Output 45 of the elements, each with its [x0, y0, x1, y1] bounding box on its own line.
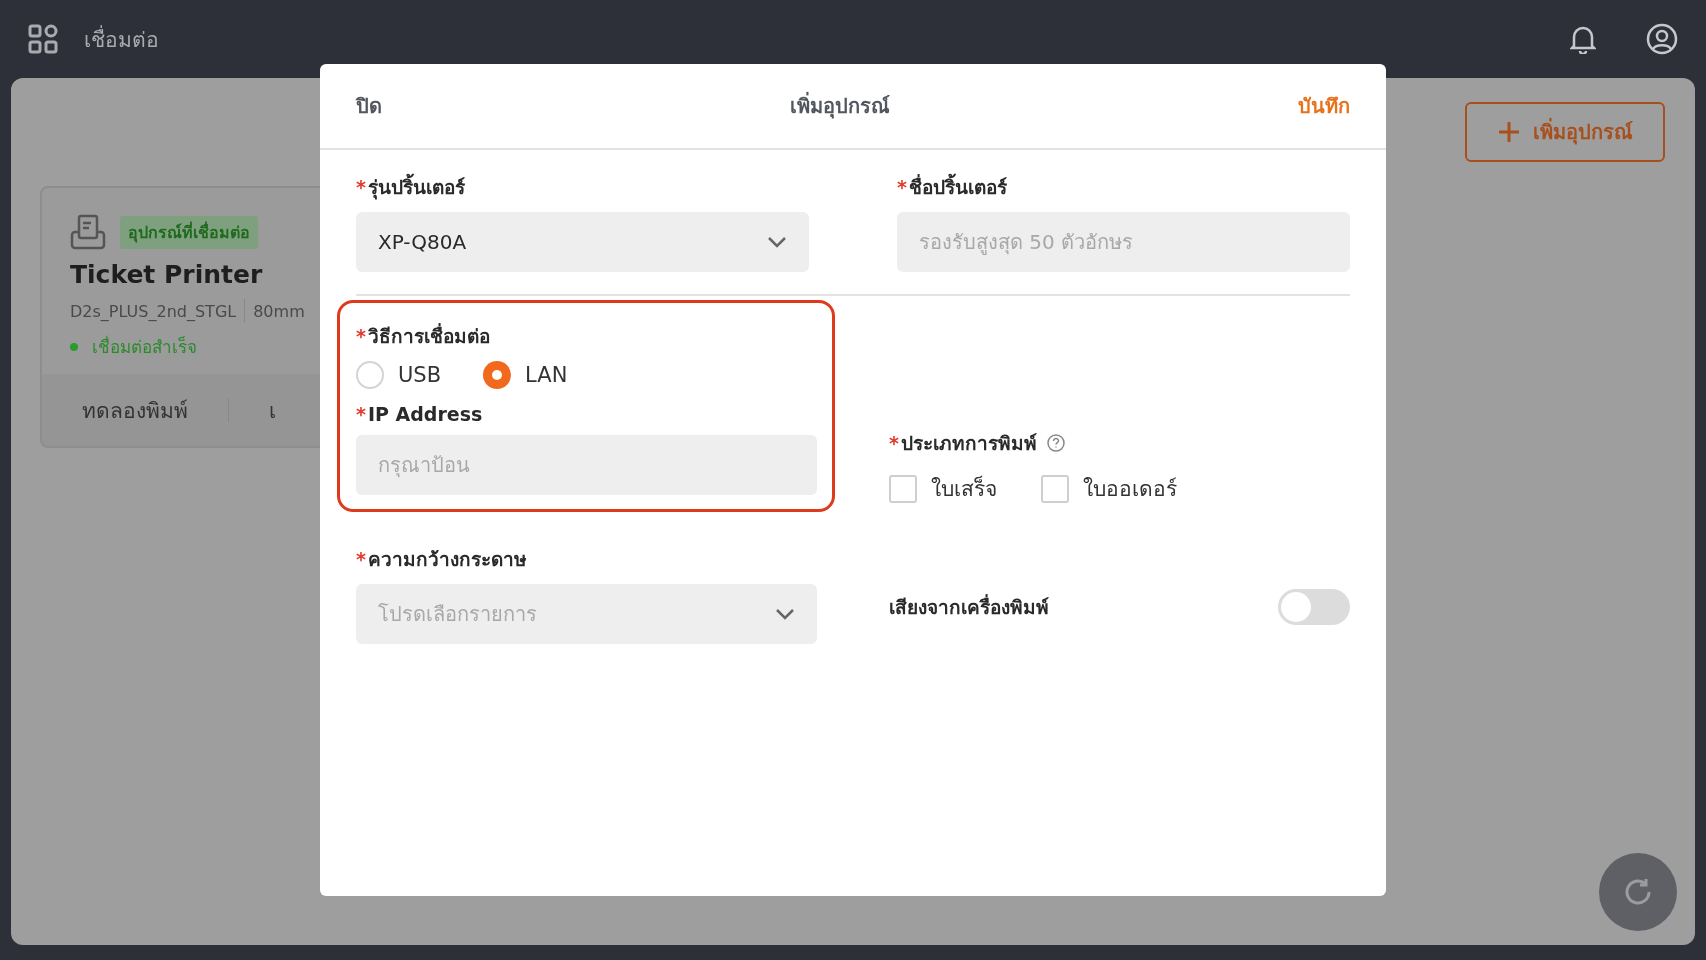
field-label: วิธีการเชื่อมต่อ — [367, 322, 490, 349]
field-label: ชื่อปริ้นเตอร์ — [908, 172, 1007, 202]
status-dot — [70, 342, 78, 351]
grid-menu-icon[interactable] — [28, 24, 58, 54]
field-label: ประเภทการพิมพ์ — [900, 431, 1037, 456]
bell-icon[interactable] — [1570, 24, 1596, 54]
device-model: D2s_PLUS_2nd_STGL — [70, 301, 237, 321]
chevron-down-icon — [767, 236, 787, 248]
option-label: USB — [398, 363, 442, 387]
checkbox[interactable] — [889, 474, 917, 503]
radio-button[interactable] — [483, 361, 512, 389]
card-action[interactable]: ทดลองพิมพ์ — [82, 393, 188, 427]
required-mark: * — [356, 403, 366, 425]
close-button[interactable]: ปิด — [356, 90, 382, 122]
required-mark: * — [897, 176, 907, 198]
chevron-down-icon — [775, 608, 795, 620]
page-title: เชื่อมต่อ — [84, 24, 160, 54]
field-label: รุ่นปริ้นเตอร์ — [367, 172, 465, 202]
radio-button[interactable] — [356, 361, 384, 389]
ip-address-field[interactable]: กรุณาป้อน — [356, 435, 817, 495]
option-label: ใบออเดอร์ — [1083, 476, 1177, 503]
user-icon[interactable] — [1646, 23, 1678, 55]
printer-name-field[interactable]: รองรับสูงสุด 50 ตัวอักษร — [897, 212, 1350, 272]
option-label: LAN — [525, 363, 568, 387]
device-name: Ticket Printer — [70, 260, 264, 289]
status-badge: อุปกรณ์ที่เชื่อมต่อ — [120, 215, 258, 249]
dialog-title: เพิ่มอุปกรณ์ — [790, 91, 890, 121]
card-action[interactable]: เ — [269, 393, 276, 427]
printer-icon — [70, 214, 106, 250]
help-icon[interactable] — [1046, 434, 1065, 452]
required-mark: * — [356, 176, 366, 198]
sound-toggle[interactable] — [1278, 589, 1350, 625]
paper-size: 80mm — [253, 301, 305, 321]
required-mark: * — [356, 325, 366, 347]
printer-model-select[interactable]: XP-Q80A — [356, 212, 809, 272]
required-mark: * — [356, 548, 366, 570]
save-button[interactable]: บันทึก — [1298, 90, 1350, 122]
required-mark: * — [889, 432, 899, 454]
field-label: เสียงจากเครื่องพิมพ์ — [889, 593, 1049, 620]
status-text: เชื่อมต่อสำเร็จ — [92, 334, 197, 359]
checkbox[interactable] — [1041, 474, 1069, 503]
plus-icon — [1497, 120, 1521, 144]
option-label: ใบเสร็จ — [931, 474, 997, 503]
field-label: ความกว้างกระดาษ — [367, 547, 527, 572]
field-label: IP Address — [367, 403, 483, 425]
